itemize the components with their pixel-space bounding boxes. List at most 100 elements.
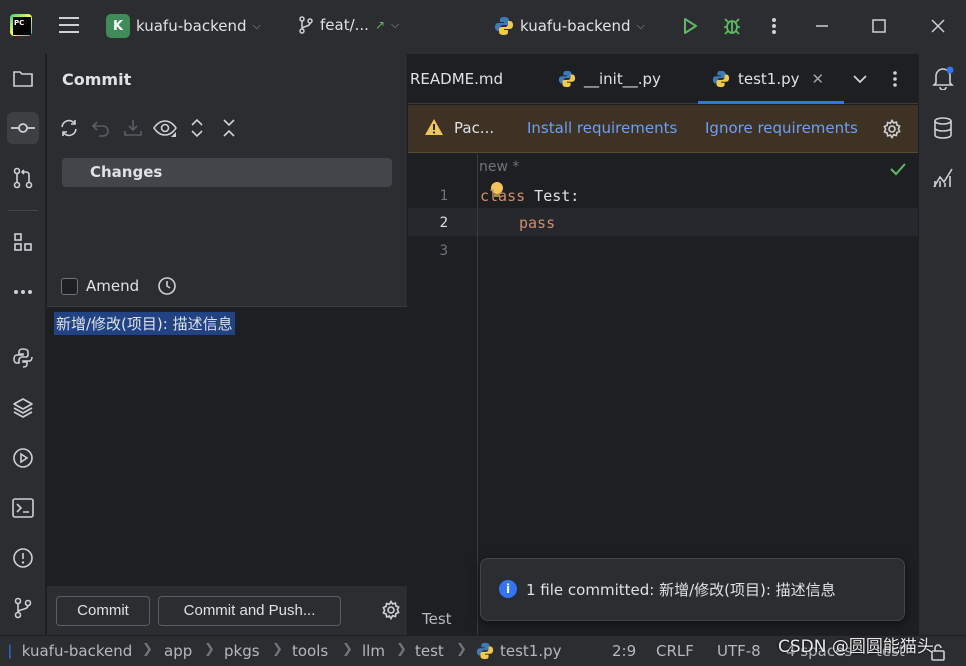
update-download-icon[interactable] — [121, 116, 145, 140]
editor-area: README.md __init__.py test1.py ✕ Pac... … — [408, 54, 918, 635]
python-file-icon — [712, 70, 730, 88]
project-badge: K — [106, 14, 130, 38]
test-tool-tab[interactable]: Test — [422, 610, 452, 628]
no-problems-check-icon[interactable] — [890, 162, 906, 180]
tabs-more-icon[interactable] — [892, 70, 898, 92]
amend-checkbox[interactable] — [61, 277, 78, 295]
tab-readme[interactable]: README.md — [410, 54, 503, 104]
notifications-bell-icon[interactable] — [929, 64, 957, 92]
right-tool-bar — [918, 54, 966, 635]
line-number: 3 — [439, 243, 448, 259]
install-requirements-link[interactable]: Install requirements — [527, 119, 677, 137]
close-icon[interactable] — [926, 14, 950, 38]
amend-label: Amend — [86, 277, 140, 295]
line-number-gutter: 1 2 3 — [408, 154, 478, 635]
commit-and-push-button[interactable]: Commit and Push... — [158, 596, 341, 626]
current-line-highlight — [408, 208, 918, 236]
tabs-dropdown-chevron-icon[interactable] — [853, 70, 867, 88]
database-icon[interactable] — [929, 114, 957, 142]
tab-label: test1.py — [738, 70, 800, 88]
project-folder-icon[interactable] — [7, 63, 39, 95]
breadcrumb-test[interactable]: test — [415, 642, 444, 660]
python-console-icon[interactable] — [7, 342, 39, 374]
tab-init[interactable]: __init__.py — [558, 54, 661, 104]
title-bar: K kuafu-backend ⌵ feat/... ↗ ⌵ kuafu-bac… — [0, 0, 966, 54]
project-selector[interactable]: K kuafu-backend ⌵ — [106, 14, 261, 38]
services-icon[interactable] — [7, 442, 39, 474]
tab-label: __init__.py — [584, 70, 661, 88]
commit-button[interactable]: Commit — [56, 596, 150, 626]
pycharm-logo-icon[interactable] — [10, 14, 32, 36]
code-line-1[interactable]: class Test: — [480, 187, 579, 205]
tab-label: README.md — [410, 70, 504, 88]
changes-group-row[interactable]: Changes — [62, 158, 392, 187]
requirements-banner: Pac... Install requirements Ignore requi… — [408, 105, 918, 153]
expand-all-icon[interactable] — [185, 116, 209, 140]
python-icon — [495, 17, 513, 35]
debug-icon[interactable] — [720, 14, 744, 38]
more-actions-icon[interactable] — [762, 14, 786, 38]
run-config-name: kuafu-backend — [520, 17, 631, 35]
run-config-selector[interactable]: kuafu-backend ⌵ — [494, 16, 645, 36]
chevron-down-icon: ⌵ — [252, 19, 261, 32]
folder-icon: ❘ — [4, 643, 16, 659]
breadcrumb-app[interactable]: app — [164, 642, 192, 660]
ignore-requirements-link[interactable]: Ignore requirements — [705, 119, 858, 137]
chevron-down-icon: ⌵ — [636, 19, 645, 32]
breadcrumb-llm[interactable]: llm — [362, 642, 385, 660]
python-packages-icon[interactable] — [7, 392, 39, 424]
collapse-all-icon[interactable] — [217, 116, 241, 140]
project-name: kuafu-backend — [136, 17, 247, 35]
sciview-chart-icon[interactable] — [929, 164, 957, 192]
commit-panel: Commit Changes Amend 新增/修改(项目): 描述信息 Com… — [47, 54, 407, 635]
breadcrumb-project[interactable]: ❘ kuafu-backend — [4, 642, 132, 660]
show-diff-eye-icon[interactable] — [153, 116, 177, 140]
commit-message-text: 新增/修改(项目): 描述信息 — [54, 312, 235, 335]
editor-tabs: README.md __init__.py test1.py ✕ — [408, 54, 918, 104]
pull-requests-icon[interactable] — [7, 162, 39, 194]
commit-settings-gear-icon[interactable] — [381, 599, 401, 624]
close-tab-icon[interactable]: ✕ — [812, 70, 825, 88]
line-number: 2 — [439, 215, 448, 231]
problems-icon[interactable] — [7, 542, 39, 574]
breadcrumb-tools[interactable]: tools — [292, 642, 328, 660]
python-file-icon — [558, 70, 576, 88]
line-number: 1 — [439, 188, 448, 204]
commit-notification[interactable]: i 1 file committed: 新增/修改(项目): 描述信息 — [480, 558, 905, 621]
structure-icon[interactable] — [7, 226, 39, 258]
left-tool-bar — [0, 54, 46, 635]
commit-message-editor[interactable]: 新增/修改(项目): 描述信息 — [47, 306, 407, 586]
breadcrumb-file[interactable]: test1.py — [476, 642, 562, 660]
banner-message: Pac... — [454, 119, 495, 137]
tab-test1[interactable]: test1.py ✕ — [697, 54, 845, 104]
minimize-icon[interactable] — [810, 14, 834, 38]
file-encoding[interactable]: UTF-8 — [717, 642, 761, 660]
line-ending[interactable]: CRLF — [656, 642, 694, 660]
breadcrumb-pkgs[interactable]: pkgs — [224, 642, 260, 660]
refresh-icon[interactable] — [57, 116, 81, 140]
git-icon[interactable] — [7, 592, 39, 624]
branch-selector[interactable]: feat/... ↗ ⌵ — [298, 16, 399, 34]
code-line-2[interactable]: pass — [519, 214, 555, 232]
commit-history-clock-icon[interactable] — [157, 276, 177, 296]
info-icon: i — [499, 580, 517, 598]
maximize-icon[interactable] — [867, 14, 891, 38]
python-file-icon — [476, 642, 494, 660]
panel-title: Commit — [62, 70, 132, 89]
run-icon[interactable] — [678, 14, 702, 38]
chevron-down-icon: ⌵ — [391, 18, 400, 31]
commit-tool-icon[interactable] — [7, 112, 39, 144]
notification-text: 1 file committed: 新增/修改(项目): 描述信息 — [526, 581, 836, 599]
banner-settings-gear-icon[interactable] — [882, 118, 902, 143]
branch-icon — [299, 16, 313, 34]
caret-position[interactable]: 2:9 — [612, 642, 636, 660]
more-tools-icon[interactable] — [7, 276, 39, 308]
main-menu-icon[interactable] — [58, 15, 80, 35]
amend-option[interactable]: Amend — [61, 276, 177, 296]
rollback-icon[interactable] — [89, 116, 113, 140]
watermark: CSDN @圆圆能猫头 — [778, 637, 934, 657]
inlay-hint: new * — [479, 159, 520, 175]
terminal-icon[interactable] — [7, 492, 39, 524]
outgoing-arrow-icon: ↗ — [374, 18, 386, 32]
warning-icon — [425, 119, 443, 135]
